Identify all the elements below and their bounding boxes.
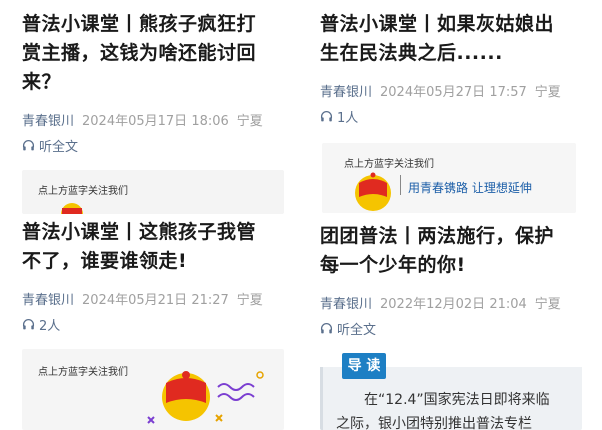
listen-label: 听全文	[39, 140, 79, 155]
article-thumbnail[interactable]: 导 读 在“12.4”国家宪法日即将来临 之际，银小团特别推出普法专栏	[320, 351, 582, 430]
article-region: 宁夏	[236, 114, 263, 129]
article-card[interactable]: 普法小课堂丨如果灰姑娘出 生在民法典之后...... 青春银川 2024年05月…	[320, 10, 582, 126]
author-link[interactable]: 青春银川	[320, 81, 372, 100]
guide-text-line1: 在“12.4”国家宪法日即将来临	[364, 392, 550, 408]
article-title[interactable]: 普法小课堂丨这熊孩子我管 不了，谁要谁领走!	[22, 218, 284, 276]
headphones-icon	[320, 111, 333, 122]
article-meta: 青春银川 2024年05月21日 21:27 宁夏	[22, 289, 284, 308]
article-thumbnail[interactable]: 点上方蓝字关注我们	[22, 170, 284, 214]
article-datetime: 2024年05月27日 17:57	[380, 85, 527, 100]
guide-badge: 导 读	[342, 353, 386, 379]
article-region: 宁夏	[236, 293, 263, 308]
listen-button[interactable]: 2人	[22, 315, 284, 334]
article-datetime: 2022年12月02日 21:04	[380, 297, 527, 312]
youth-league-emblem-icon	[147, 371, 264, 424]
article-meta: 青春银川 2022年12月02日 21:04 宁夏	[320, 293, 582, 312]
follow-hint-text: 点上方蓝字关注我们	[38, 367, 128, 378]
article-thumbnail[interactable]: 点上方蓝字关注我们 用青春镌路 让理想延伸	[322, 143, 576, 213]
listen-button[interactable]: 听全文	[320, 319, 582, 338]
slogan-text: 用青春镌路 让理想延伸	[408, 181, 532, 195]
divider	[400, 175, 401, 195]
listen-count: 2人	[39, 319, 61, 334]
guide-text-line2: 之际，银小团特别推出普法专栏	[336, 416, 532, 430]
article-region: 宁夏	[534, 85, 561, 100]
article-card[interactable]: 团团普法丨两法施行，保护 每一个少年的你! 青春银川 2022年12月02日 2…	[320, 222, 582, 338]
listen-button[interactable]: 听全文	[22, 136, 284, 155]
headphones-icon	[320, 323, 333, 334]
article-meta: 青春银川 2024年05月27日 17:57 宁夏	[320, 81, 582, 100]
article-title[interactable]: 普法小课堂丨熊孩子疯狂打 赏主播，这钱为啥还能讨回 来？	[22, 10, 284, 97]
listen-label: 听全文	[337, 323, 377, 338]
article-meta: 青春银川 2024年05月17日 18:06 宁夏	[22, 110, 284, 129]
youth-league-emblem-icon	[355, 172, 391, 211]
headphones-icon	[22, 140, 35, 151]
listen-button[interactable]: 1人	[320, 107, 582, 126]
article-datetime: 2024年05月21日 21:27	[82, 293, 229, 308]
article-title[interactable]: 团团普法丨两法施行，保护 每一个少年的你!	[320, 222, 582, 280]
author-link[interactable]: 青春银川	[22, 110, 74, 129]
youth-league-emblem-icon	[61, 203, 83, 214]
article-thumbnail[interactable]: 点上方蓝字关注我们	[22, 349, 284, 430]
author-link[interactable]: 青春银川	[22, 289, 74, 308]
article-title[interactable]: 普法小课堂丨如果灰姑娘出 生在民法典之后......	[320, 10, 582, 68]
article-datetime: 2024年05月17日 18:06	[82, 114, 229, 129]
listen-count: 1人	[337, 111, 359, 126]
article-card[interactable]: 普法小课堂丨熊孩子疯狂打 赏主播，这钱为啥还能讨回 来？ 青春银川 2024年0…	[22, 10, 284, 155]
article-region: 宁夏	[534, 297, 561, 312]
headphones-icon	[22, 319, 35, 330]
follow-hint-text: 点上方蓝字关注我们	[38, 186, 128, 197]
author-link[interactable]: 青春银川	[320, 293, 372, 312]
article-card[interactable]: 普法小课堂丨这熊孩子我管 不了，谁要谁领走! 青春银川 2024年05月21日 …	[22, 218, 284, 334]
